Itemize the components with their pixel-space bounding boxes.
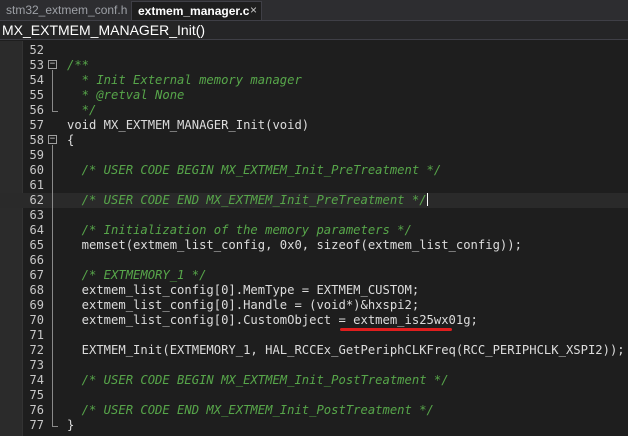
code-text: * @retval None <box>67 88 185 102</box>
code-line[interactable]: 63 <box>0 208 628 223</box>
code-line[interactable]: 52 <box>0 43 628 58</box>
code-line[interactable]: 58− { <box>0 133 628 148</box>
code-line[interactable]: 75 <box>0 388 628 403</box>
code-text: /* USER CODE END MX_EXTMEM_Init_PostTrea… <box>67 403 434 417</box>
code-line[interactable]: 59 <box>0 148 628 163</box>
line-number: 62 <box>29 193 44 207</box>
line-number: 61 <box>29 178 44 192</box>
code-text: void MX_EXTMEM_MANAGER_Init(void) <box>67 118 310 132</box>
line-number: 70 <box>29 313 44 327</box>
fold-guide-end <box>52 426 58 427</box>
line-number: 59 <box>29 148 44 162</box>
code-text: /** <box>67 58 90 72</box>
code-line[interactable]: 53− /** <box>0 58 628 73</box>
line-number: 75 <box>29 388 44 402</box>
code-text: extmem_list_config[0].MemType = EXTMEM_C… <box>67 283 420 297</box>
fold-toggle-icon[interactable]: − <box>48 60 57 69</box>
tab-label: extmem_manager.c <box>138 4 250 18</box>
code-line[interactable]: 73 <box>0 358 628 373</box>
fold-toggle-icon[interactable]: − <box>48 135 57 144</box>
line-number: 63 <box>29 208 44 222</box>
line-number: 60 <box>29 163 44 177</box>
line-number: 52 <box>29 43 44 57</box>
tab-bar: stm32_extmem_conf.h extmem_manager.c × <box>0 0 628 21</box>
code-line[interactable]: 71 <box>0 328 628 343</box>
line-number: 57 <box>29 118 44 132</box>
fold-guide <box>52 70 53 111</box>
code-line[interactable]: 57 void MX_EXTMEM_MANAGER_Init(void) <box>0 118 628 133</box>
line-number: 76 <box>29 403 44 417</box>
line-number: 68 <box>29 283 44 297</box>
tab-stm32-extmem-conf[interactable]: stm32_extmem_conf.h <box>0 1 130 20</box>
text-cursor <box>426 193 428 206</box>
code-line[interactable]: 67 /* EXTMEMORY_1 */ <box>0 268 628 283</box>
code-text: memset(extmem_list_config, 0x0, sizeof(e… <box>67 238 522 252</box>
code-line[interactable]: 77} <box>0 418 628 433</box>
tab-label: stm32_extmem_conf.h <box>6 3 128 17</box>
code-line[interactable]: 64 /* Initialization of the memory param… <box>0 223 628 238</box>
line-number: 58 <box>29 133 44 147</box>
line-number: 73 <box>29 358 44 372</box>
function-name: MX_EXTMEM_MANAGER_Init() <box>2 22 206 38</box>
code-line[interactable]: 68 extmem_list_config[0].MemType = EXTME… <box>0 283 628 298</box>
code-line[interactable]: 72 EXTMEM_Init(EXTMEMORY_1, HAL_RCCEx_Ge… <box>0 343 628 358</box>
code-line[interactable]: 70 extmem_list_config[0].CustomObject = … <box>0 313 628 328</box>
code-text: */ <box>67 103 97 117</box>
code-text: /* USER CODE END MX_EXTMEM_Init_PreTreat… <box>67 193 428 207</box>
line-number: 65 <box>29 238 44 252</box>
line-number: 77 <box>29 418 44 432</box>
code-text: } <box>67 418 75 432</box>
line-number: 55 <box>29 88 44 102</box>
code-text: extmem_list_config[0].Handle = (void*)&h… <box>67 298 420 312</box>
line-number: 53 <box>29 58 44 72</box>
line-number: 72 <box>29 343 44 357</box>
code-line[interactable]: 66 <box>0 253 628 268</box>
function-navigation-bar[interactable]: MX_EXTMEM_MANAGER_Init() <box>0 21 628 40</box>
code-line[interactable]: 56 */ <box>0 103 628 118</box>
line-number: 69 <box>29 298 44 312</box>
line-number: 67 <box>29 268 44 282</box>
tab-extmem-manager[interactable]: extmem_manager.c × <box>131 1 262 20</box>
code-text: /* EXTMEMORY_1 */ <box>67 268 207 282</box>
code-text: { <box>67 133 75 147</box>
line-number: 74 <box>29 373 44 387</box>
code-text: * Init External memory manager <box>67 73 302 87</box>
code-line[interactable]: 55 * @retval None <box>0 88 628 103</box>
code-line[interactable]: 61 <box>0 178 628 193</box>
annotation-underline <box>340 328 452 331</box>
code-text: EXTMEM_Init(EXTMEMORY_1, HAL_RCCEx_GetPe… <box>67 343 625 357</box>
code-text: /* USER CODE BEGIN MX_EXTMEM_Init_PostTr… <box>67 373 449 387</box>
code-line[interactable]: 62 /* USER CODE END MX_EXTMEM_Init_PreTr… <box>0 193 628 208</box>
close-icon[interactable]: × <box>250 3 257 17</box>
code-text: /* Initialization of the memory paramete… <box>67 223 412 237</box>
line-number: 54 <box>29 73 44 87</box>
code-line[interactable]: 60 /* USER CODE BEGIN MX_EXTMEM_Init_Pre… <box>0 163 628 178</box>
code-text: /* USER CODE BEGIN MX_EXTMEM_Init_PreTre… <box>67 163 442 177</box>
line-number: 66 <box>29 253 44 267</box>
line-number: 56 <box>29 103 44 117</box>
line-number: 64 <box>29 223 44 237</box>
code-line[interactable]: 54 * Init External memory manager <box>0 73 628 88</box>
code-line[interactable]: 69 extmem_list_config[0].Handle = (void*… <box>0 298 628 313</box>
code-line[interactable]: 74 /* USER CODE BEGIN MX_EXTMEM_Init_Pos… <box>0 373 628 388</box>
code-line[interactable]: 65 memset(extmem_list_config, 0x0, sizeo… <box>0 238 628 253</box>
code-line[interactable]: 76 /* USER CODE END MX_EXTMEM_Init_PostT… <box>0 403 628 418</box>
fold-guide <box>52 145 53 426</box>
fold-guide-end <box>52 111 58 112</box>
code-text: extmem_list_config[0].CustomObject = ext… <box>67 313 478 327</box>
line-number: 71 <box>29 328 44 342</box>
